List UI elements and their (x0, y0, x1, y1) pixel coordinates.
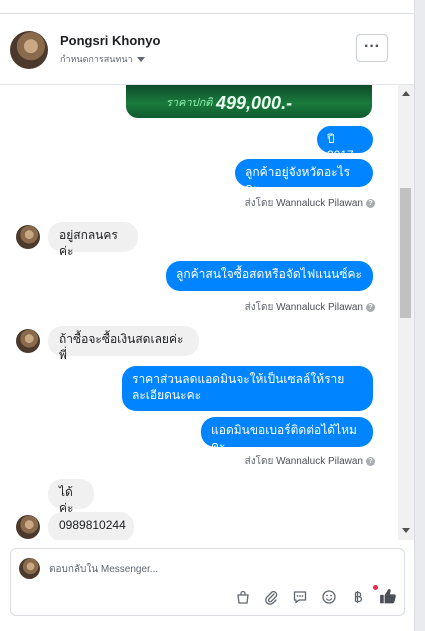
product-image-attachment[interactable]: ราคาปกติ 499,000.- (126, 85, 372, 118)
message-bubble-outgoing[interactable]: แอดมินขอเบอร์ติดต่อได้ไหมคะ (201, 417, 373, 453)
conversation-header: Pongsri Khonyo กำหนดการสนทนา ··· (0, 14, 414, 85)
sender-name[interactable]: Wannaluck Pilawan (276, 198, 363, 209)
conversation-settings-label: กำหนดการสนทนา (60, 54, 133, 64)
more-options-button[interactable]: ··· (356, 34, 388, 62)
message-bubble-incoming[interactable]: ถ้าซื้อจะซื้อเงินสดเลยค่ะพี่ (48, 326, 199, 362)
top-divider (0, 0, 414, 14)
baht-payment-icon[interactable] (350, 589, 366, 605)
sent-by-label: ส่งโดย Wannaluck Pilawan? (245, 196, 375, 211)
sender-name[interactable]: Wannaluck Pilawan (276, 456, 363, 467)
sent-by-label: ส่งโดย Wannaluck Pilawan? (245, 454, 375, 469)
sender-name[interactable]: Wannaluck Pilawan (276, 302, 363, 313)
promo-price-value: 499,000.- (216, 93, 293, 113)
contact-avatar-small[interactable] (16, 515, 40, 539)
reply-input[interactable] (49, 561, 349, 577)
help-icon[interactable]: ? (366, 456, 375, 466)
message-bubble-incoming[interactable]: ได้ค่ะ (48, 479, 94, 515)
help-icon[interactable]: ? (366, 198, 375, 208)
message-thread: ราคาปกติ 499,000.- ปี 2017 ลูกค้าอยู่จัง… (0, 85, 398, 540)
message-bubble-incoming[interactable]: อยู่สกลนครค่ะ (48, 222, 138, 258)
contact-avatar-small[interactable] (16, 225, 40, 249)
message-bubble-outgoing[interactable]: ลูกค้าอยู่จังหวัดอะไรคะ (235, 159, 373, 195)
like-thumb-icon[interactable] (379, 587, 397, 605)
sent-by-prefix: ส่งโดย (244, 198, 274, 209)
thread-scrollbar[interactable] (398, 85, 414, 540)
sent-by-label: ส่งโดย Wannaluck Pilawan? (245, 300, 375, 315)
scroll-down-arrow-icon[interactable] (402, 528, 410, 533)
caret-down-icon (136, 57, 145, 63)
message-bubble-outgoing[interactable]: ลูกค้าสนใจซื้อสดหรือจัดไฟแนนซ์คะ (166, 261, 373, 291)
contact-avatar[interactable] (10, 31, 48, 69)
promo-price-label: ราคาปกติ (166, 97, 213, 109)
shopping-bag-icon[interactable] (235, 589, 251, 605)
help-icon[interactable]: ? (366, 302, 375, 312)
notification-dot (373, 585, 378, 590)
page-avatar (19, 558, 40, 579)
contact-name[interactable]: Pongsri Khonyo (60, 33, 160, 48)
message-bubble-outgoing[interactable]: ราคาส่วนลดแอดมินจะให้เป็นเซลล์ให้รายละเอ… (122, 366, 373, 411)
message-bubble-outgoing[interactable]: ปี 2017 (317, 126, 373, 162)
scroll-up-arrow-icon[interactable] (402, 91, 410, 96)
paperclip-icon[interactable] (263, 589, 279, 605)
emoji-icon[interactable] (321, 589, 337, 605)
message-composer (10, 548, 405, 616)
quick-reply-icon[interactable] (292, 589, 308, 605)
sent-by-prefix: ส่งโดย (244, 456, 274, 467)
scrollbar-thumb[interactable] (400, 188, 411, 318)
sent-by-prefix: ส่งโดย (244, 302, 274, 313)
message-bubble-incoming[interactable]: 0989810244 (48, 512, 134, 540)
conversation-settings-link[interactable]: กำหนดการสนทนา (60, 52, 145, 66)
messenger-panel: Pongsri Khonyo กำหนดการสนทนา ··· ราคาปกต… (0, 0, 415, 631)
contact-avatar-small[interactable] (16, 329, 40, 353)
